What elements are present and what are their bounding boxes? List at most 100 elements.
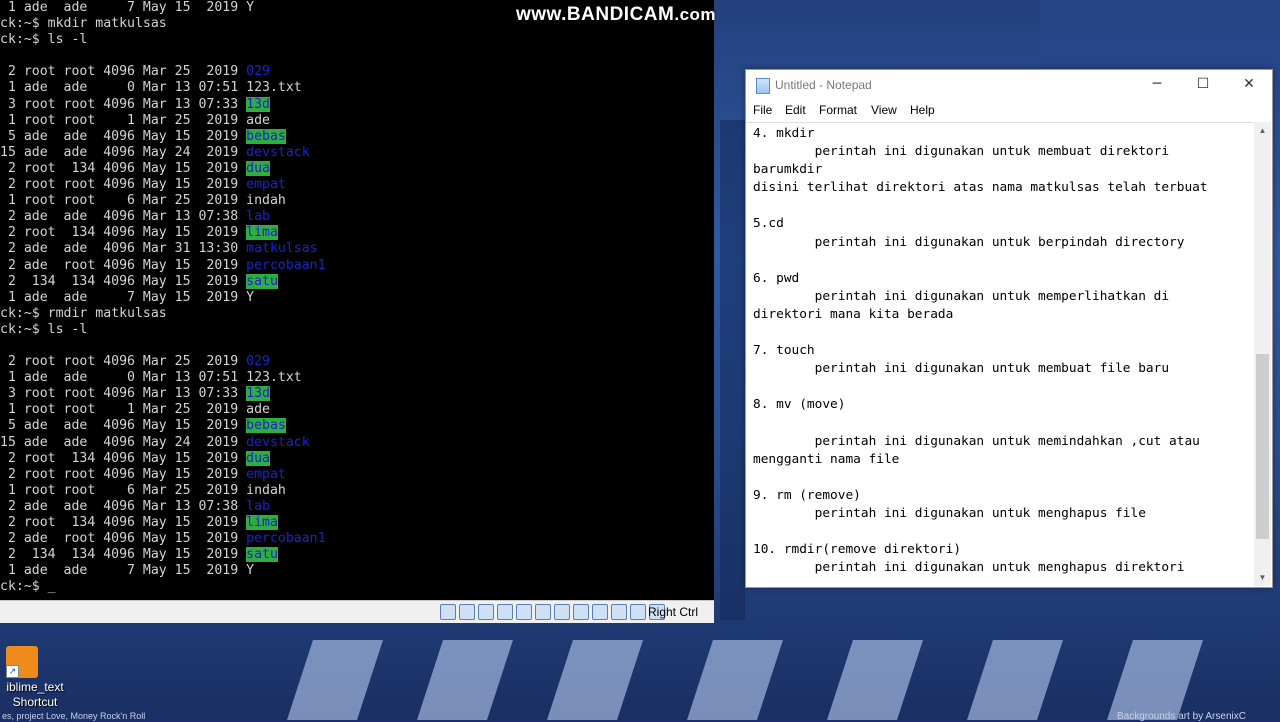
- terminal-text: 1 ade ade 7 May 15 2019 Y: [0, 563, 255, 579]
- hard-disk-icon[interactable]: [440, 604, 456, 620]
- shortcut-label-line2: Shortcut: [12, 695, 58, 709]
- terminal-line: 1 root root 6 Mar 25 2019 indah: [0, 483, 714, 499]
- terminal-line: 15 ade ade 4096 May 24 2019 devstack: [0, 435, 714, 451]
- terminal-line: ck:~$ ls -l: [0, 32, 714, 48]
- guest-additions-icon[interactable]: [592, 604, 608, 620]
- directory-name: devstack: [246, 144, 310, 160]
- shared-folders-icon[interactable]: [535, 604, 551, 620]
- terminal-text: 2 root 134 4096 May 15 2019: [0, 225, 247, 241]
- video-capture-icon[interactable]: [573, 604, 589, 620]
- terminal-text: 5 ade ade 4096 May 15 2019: [0, 128, 247, 144]
- scroll-up-icon[interactable]: ▲: [1254, 122, 1271, 139]
- terminal-line: 1 root root 6 Mar 25 2019 indah: [0, 193, 714, 209]
- notepad-title-bar[interactable]: Untitled - Notepad ─ ☐ ✕: [746, 70, 1272, 100]
- maximize-button[interactable]: ☐: [1180, 70, 1226, 100]
- host-key-label: Right Ctrl: [648, 605, 699, 619]
- terminal-text: 2 ade root 4096 May 15 2019: [0, 257, 247, 273]
- terminal-line: 2 root root 4096 Mar 25 2019 029: [0, 354, 714, 370]
- terminal-text: 2 ade ade 4096 Mar 31 13:30: [0, 241, 247, 257]
- wallpaper-credit: Backgrounds art by ArsenixC: [1117, 711, 1246, 722]
- terminal-line: 2 ade ade 4096 Mar 13 07:38 lab: [0, 499, 714, 515]
- terminal-text: 2 root root 4096 May 15 2019: [0, 466, 247, 482]
- notepad-app-icon: [756, 78, 770, 94]
- terminal-text: 1 ade ade 7 May 15 2019 Y: [0, 0, 255, 15]
- directory-name: 029: [246, 354, 270, 370]
- terminal-text: 1 root root 1 Mar 25 2019 ade: [0, 402, 270, 418]
- directory-name: empat: [246, 177, 286, 193]
- terminal-output[interactable]: 1 ade ade 7 May 15 2019 Yck:~$ mkdir mat…: [0, 0, 714, 600]
- terminal-line: 2 134 134 4096 May 15 2019 satu: [0, 547, 714, 563]
- terminal-text: 1 root root 6 Mar 25 2019 indah: [0, 482, 286, 498]
- menu-help[interactable]: Help: [910, 103, 935, 117]
- terminal-text: 3 root root 4096 Mar 13 07:33: [0, 386, 247, 402]
- terminal-text: 2 ade ade 4096 Mar 13 07:38: [0, 498, 247, 514]
- directory-name: matkulsas: [246, 241, 318, 257]
- terminal-line: 2 ade ade 4096 Mar 31 13:30 matkulsas: [0, 241, 714, 257]
- terminal-line: 5 ade ade 4096 May 15 2019 bebas: [0, 418, 714, 434]
- terminal-line: 2 ade root 4096 May 15 2019 percobaan1: [0, 531, 714, 547]
- terminal-line: 2 root 134 4096 May 15 2019 dua: [0, 160, 714, 177]
- directory-name: 13d: [246, 386, 270, 402]
- terminal-text: 5 ade ade 4096 May 15 2019: [0, 418, 247, 434]
- directory-name: satu: [246, 273, 278, 289]
- virtualbox-window[interactable]: 1 ade ade 7 May 15 2019 Yck:~$ mkdir mat…: [0, 0, 714, 623]
- shortcut-label[interactable]: iblime_text Shortcut: [0, 680, 70, 710]
- directory-name: lima: [246, 515, 278, 530]
- directory-name: percobaan1: [246, 257, 326, 273]
- terminal-line: ck:~$ ls -l: [0, 322, 714, 338]
- close-button[interactable]: ✕: [1226, 70, 1272, 100]
- watermark-main: www.BANDICAM: [516, 4, 675, 25]
- terminal-line: 1 ade ade 0 Mar 13 07:51 123.txt: [0, 370, 714, 386]
- terminal-text: 1 ade ade 0 Mar 13 07:51 123.txt: [0, 370, 302, 386]
- directory-name: dua: [246, 450, 270, 466]
- terminal-line: ck:~$ rmdir matkulsas: [0, 306, 714, 322]
- terminal-line: 2 root root 4096 Mar 25 2019 029: [0, 64, 714, 80]
- shortcut-label-line1: iblime_text: [6, 680, 64, 694]
- terminal-line: 15 ade ade 4096 May 24 2019 devstack: [0, 145, 714, 161]
- scroll-thumb[interactable]: [1256, 354, 1269, 539]
- terminal-line: 3 root root 4096 Mar 13 07:33 13d: [0, 96, 714, 113]
- terminal-line: 2 ade ade 4096 Mar 13 07:38 lab: [0, 209, 714, 225]
- menu-view[interactable]: View: [871, 103, 897, 117]
- terminal-line: 1 root root 1 Mar 25 2019 ade: [0, 402, 714, 418]
- text-editor-area[interactable]: 4. mkdir perintah ini digunakan untuk me…: [746, 122, 1254, 587]
- menu-file[interactable]: File: [753, 103, 772, 117]
- bandicam-watermark: www.BANDICAM.com: [516, 4, 716, 26]
- notepad-window[interactable]: Untitled - Notepad ─ ☐ ✕ File Edit Forma…: [745, 69, 1273, 588]
- terminal-text: 2 root root 4096 Mar 25 2019: [0, 64, 247, 80]
- mouse-integration-icon[interactable]: [630, 604, 646, 620]
- audio-icon[interactable]: [478, 604, 494, 620]
- window-title: Untitled - Notepad: [775, 78, 872, 92]
- usb-icon[interactable]: [516, 604, 532, 620]
- network-icon[interactable]: [497, 604, 513, 620]
- directory-name: bebas: [246, 128, 286, 144]
- directory-name: lab: [246, 209, 270, 225]
- minimize-button[interactable]: ─: [1134, 70, 1180, 100]
- cpu-icon[interactable]: [611, 604, 627, 620]
- terminal-text: 2 root 134 4096 May 15 2019: [0, 515, 247, 530]
- display-icon[interactable]: [554, 604, 570, 620]
- optical-drive-icon[interactable]: [459, 604, 475, 620]
- terminal-line: 1 ade ade 7 May 15 2019 Y: [0, 563, 714, 579]
- directory-name: empat: [246, 466, 286, 482]
- directory-name: satu: [246, 547, 278, 563]
- directory-name: lima: [246, 225, 278, 241]
- menu-format[interactable]: Format: [819, 103, 857, 117]
- terminal-text: ck:~$ ls -l: [0, 321, 88, 337]
- sublime-text-icon[interactable]: ↗: [6, 646, 38, 678]
- menu-edit[interactable]: Edit: [785, 103, 806, 117]
- document-text[interactable]: 4. mkdir perintah ini digunakan untuk me…: [753, 125, 1208, 577]
- terminal-line: 2 root 134 4096 May 15 2019 lima: [0, 225, 714, 241]
- directory-name: 13d: [246, 96, 270, 112]
- vertical-scrollbar[interactable]: ▲ ▼: [1254, 122, 1271, 586]
- scroll-down-icon[interactable]: ▼: [1254, 569, 1271, 586]
- terminal-text: ck:~$ mkdir matkulsas: [0, 16, 167, 32]
- terminal-text: 15 ade ade 4096 May 24 2019: [0, 434, 247, 450]
- terminal-text: ck:~$ ls -l: [0, 32, 88, 48]
- terminal-text: 2 ade ade 4096 Mar 13 07:38: [0, 209, 247, 225]
- terminal-text: 2 134 134 4096 May 15 2019: [0, 547, 247, 563]
- terminal-line: 1 root root 1 Mar 25 2019 ade: [0, 113, 714, 129]
- vm-status-bar: Right Ctrl: [0, 600, 714, 623]
- terminal-text: 15 ade ade 4096 May 24 2019: [0, 144, 247, 160]
